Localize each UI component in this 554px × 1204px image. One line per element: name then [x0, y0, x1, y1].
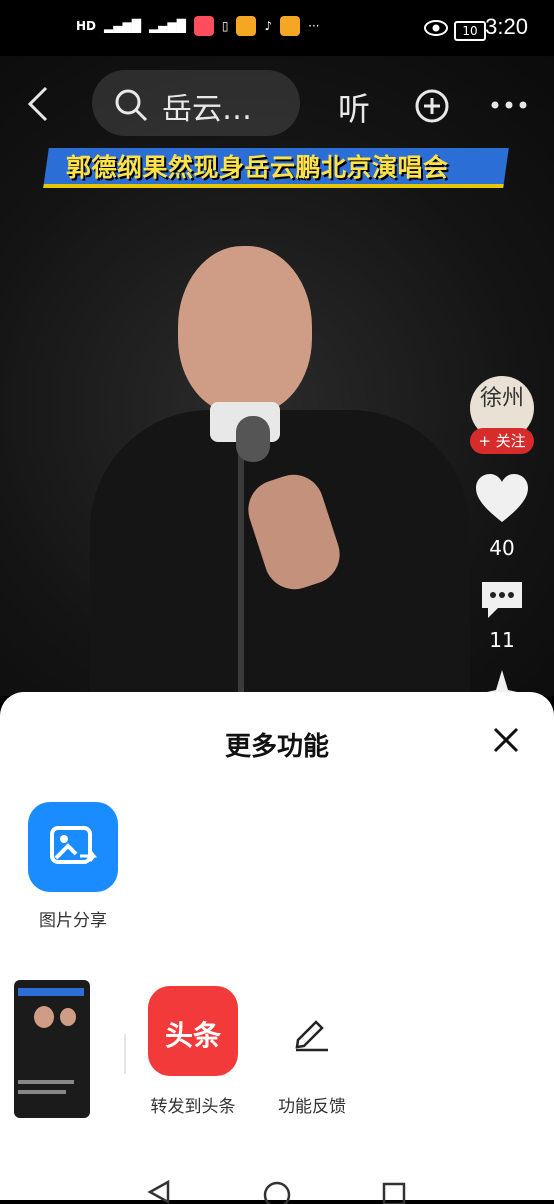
image-share-label: 图片分享: [39, 911, 107, 931]
recents-nav-icon[interactable]: [382, 1182, 408, 1204]
thumb-text-line: [18, 1090, 66, 1094]
eye-icon: [424, 20, 448, 36]
more-functions-sheet: [0, 692, 554, 1200]
clock: 3:20: [485, 14, 528, 39]
image-share-button[interactable]: [28, 802, 118, 892]
more-dots-icon: ···: [308, 19, 320, 33]
add-icon[interactable]: [414, 88, 450, 124]
comment-count: 11: [489, 628, 515, 652]
more-icon[interactable]: [490, 100, 528, 110]
thumb-banner: [18, 988, 84, 996]
divider: [124, 1034, 126, 1074]
home-nav-icon[interactable]: [262, 1180, 292, 1204]
thumb-face: [60, 1008, 76, 1026]
signal-icon: ▂▄▆█: [104, 19, 141, 33]
search-query[interactable]: 岳云…: [162, 84, 252, 128]
thumb-text-line: [18, 1080, 74, 1084]
search-icon: [115, 89, 148, 122]
video-thumbnail[interactable]: [14, 980, 90, 1118]
star-icon[interactable]: [478, 670, 526, 694]
status-bar: HD ▂▄▆█ ▂▄▆█ ▯ ♪ ··· 10 3:20: [0, 0, 554, 56]
battery-icon: 10: [454, 21, 486, 41]
battery-level: 10: [462, 24, 478, 38]
feedback-label: 功能反馈: [278, 1097, 346, 1117]
signal-icon: ▂▄▆█: [148, 19, 186, 33]
hd-icon: HD: [76, 19, 97, 33]
listen-button[interactable]: 听: [338, 84, 370, 130]
like-count: 40: [489, 536, 515, 560]
performer-head: [178, 246, 312, 414]
follow-button[interactable]: + 关注: [470, 428, 534, 454]
thumb-face: [34, 1006, 54, 1028]
weibo-icon: [236, 16, 257, 36]
comment-icon[interactable]: [478, 578, 526, 620]
system-nav-bar: [0, 1150, 554, 1204]
forward-to-toutiao-button[interactable]: 头条: [148, 986, 238, 1076]
forward-to-toutiao-label: 转发到头条: [150, 1097, 236, 1117]
weibo-icon: [280, 16, 301, 36]
close-icon[interactable]: [490, 724, 522, 756]
image-share-icon: [50, 826, 98, 864]
status-icons: HD ▂▄▆█ ▂▄▆█ ▯ ♪ ···: [76, 16, 320, 36]
channel-avatar-text: 徐州: [479, 386, 524, 411]
app-notification-icon: [193, 16, 214, 36]
phone-icon: ▯: [221, 19, 229, 33]
microphone-icon: [236, 416, 270, 462]
toutiao-logo: 头条: [164, 1019, 221, 1052]
tiktok-icon: ♪: [264, 19, 273, 33]
heart-icon[interactable]: [474, 472, 530, 524]
sheet-title: 更多功能: [224, 732, 329, 762]
feedback-edit-icon[interactable]: [292, 1012, 332, 1052]
caption-banner: 郭德纲果然现身岳云鹏北京演唱会: [66, 153, 449, 182]
microphone-stand: [238, 450, 244, 710]
back-icon[interactable]: [26, 86, 52, 122]
back-nav-icon[interactable]: [146, 1180, 170, 1204]
